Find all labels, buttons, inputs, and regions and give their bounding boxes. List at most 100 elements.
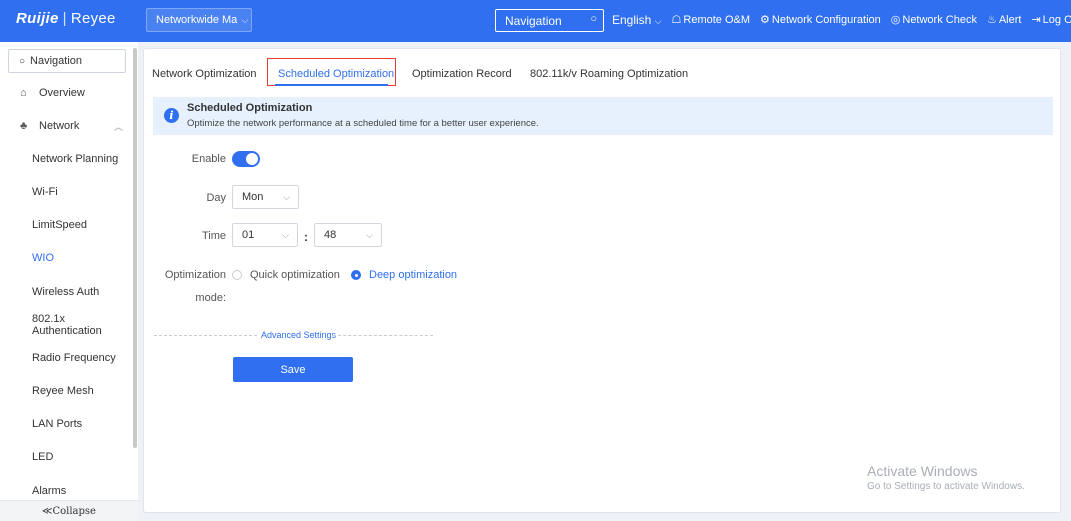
divider-right xyxy=(333,335,433,336)
sidebar-item-label: Wi-Fi xyxy=(32,186,58,198)
day-select[interactable]: Mon ⌵ xyxy=(232,185,299,209)
tab-optimization-record[interactable]: Optimization Record xyxy=(412,68,512,80)
navigation-search-label: Navigation xyxy=(505,13,562,28)
network-select-value: Networkwide Ma xyxy=(156,14,238,26)
logout-icon: ⇥ xyxy=(1031,14,1041,26)
chevron-down-icon: ⌵ xyxy=(282,230,289,240)
sidebar-item-label: Reyee Mesh xyxy=(32,385,94,397)
mode-label-cont: mode: xyxy=(195,292,226,304)
sidebar-item-network-planning[interactable]: Network Planning xyxy=(0,145,134,173)
hour-select-value: 01 xyxy=(242,229,255,241)
save-button[interactable]: Save xyxy=(233,357,353,382)
enable-label: Enable xyxy=(191,153,226,165)
active-tab-underline xyxy=(275,84,388,86)
home-icon: ⌂ xyxy=(20,87,27,99)
radio-deep-optimization[interactable]: Deep optimization xyxy=(351,269,457,281)
hour-select[interactable]: 01 ⌵ xyxy=(232,223,298,247)
sidebar-item-reyee-mesh[interactable]: Reyee Mesh xyxy=(0,377,134,405)
time-separator: : xyxy=(304,230,308,244)
mode-label: Optimization xyxy=(164,269,226,281)
radio-circle xyxy=(232,270,242,280)
logout-link[interactable]: ⇥Log Out xyxy=(1031,13,1071,27)
sidebar-item-network[interactable]: ♣ Network ︿ xyxy=(0,112,134,140)
sidebar-scrollbar[interactable] xyxy=(133,48,137,448)
tab-bar: Network Optimization Scheduled Optimizat… xyxy=(144,49,1060,92)
remote-om-link[interactable]: ☖ Remote O&M xyxy=(672,13,751,27)
logout-label: Log Out xyxy=(1042,14,1071,26)
minute-select-value: 48 xyxy=(324,229,337,241)
language-select[interactable]: English ⌵ xyxy=(612,13,662,27)
sidebar-item-lan-ports[interactable]: LAN Ports xyxy=(0,410,134,438)
day-select-value: Mon xyxy=(242,191,264,203)
chevron-down-icon: ⌵ xyxy=(283,192,290,202)
sidebar-item-label: Overview xyxy=(39,87,85,99)
time-label: Time xyxy=(201,230,226,242)
minute-select[interactable]: 48 ⌵ xyxy=(314,223,382,247)
network-configuration-link[interactable]: ⚙ Network Configuration xyxy=(760,13,881,27)
sidebar-item-label: Wireless Auth xyxy=(32,286,100,298)
logo-text: Ruijie xyxy=(16,10,59,27)
network-select[interactable]: Networkwide Ma ⌵ xyxy=(146,8,252,32)
watermark-subtitle: Go to Settings to activate Windows. xyxy=(867,481,1025,492)
collapse-button[interactable]: ≪Collapse xyxy=(0,500,138,521)
sidebar-item-wio[interactable]: WIO xyxy=(0,244,134,272)
day-label: Day xyxy=(206,192,226,204)
enable-toggle[interactable] xyxy=(232,151,260,167)
info-description: Optimize the network performance at a sc… xyxy=(187,118,539,129)
alert-icon: ♨ xyxy=(986,14,997,26)
logo-separator: | xyxy=(62,10,67,27)
sidebar-item-label: Network Planning xyxy=(32,153,119,165)
sidebar-item-led[interactable]: LED xyxy=(0,443,134,471)
chevron-down-icon: ⌵ xyxy=(654,16,662,26)
tab-network-optimization[interactable]: Network Optimization xyxy=(152,68,257,80)
sidebar-search[interactable]: ○ Navigation xyxy=(8,49,126,73)
search-icon: ○ xyxy=(590,13,597,25)
network-check-link[interactable]: ◎ Network Check xyxy=(891,13,977,27)
info-banner: i Scheduled Optimization Optimize the ne… xyxy=(153,97,1053,135)
sidebar: ○ Navigation ⌂ Overview ♣ Network ︿ Netw… xyxy=(0,42,138,521)
sidebar-item-label: LimitSpeed xyxy=(32,219,88,231)
network-configuration-label: Network Configuration xyxy=(771,14,881,26)
logo: Ruijie | Reyee xyxy=(16,10,116,27)
sidebar-item-label: Radio Frequency xyxy=(32,352,116,364)
network-icon: ♣ xyxy=(20,120,28,132)
alert-label: Alert xyxy=(998,14,1022,26)
radio-circle xyxy=(351,270,361,280)
top-bar: Ruijie | Reyee Networkwide Ma ⌵ Navigation… xyxy=(0,0,1071,42)
chevron-down-icon: ⌵ xyxy=(366,230,373,240)
navigation-search[interactable]: Navigation ○ xyxy=(495,9,604,32)
radio-label: Deep optimization xyxy=(369,269,458,281)
info-icon: i xyxy=(164,108,179,123)
network-check-label: Network Check xyxy=(902,14,977,26)
chevron-up-icon: ︿ xyxy=(114,121,124,132)
logo-sub: Reyee xyxy=(70,10,116,27)
sidebar-item-label: LED xyxy=(32,451,54,463)
sidebar-item-label: 802.1x Authentication xyxy=(32,313,102,337)
divider-left xyxy=(154,335,257,336)
sidebar-item-8021x-authentication[interactable]: 802.1x Authentication xyxy=(0,311,134,339)
highlight-box xyxy=(267,58,396,86)
chevron-down-icon: ⌵ xyxy=(241,14,249,25)
main-panel: Network Optimization Scheduled Optimizat… xyxy=(143,48,1061,513)
advanced-settings-link[interactable]: Advanced Settings xyxy=(257,330,341,340)
remote-om-label: Remote O&M xyxy=(683,14,751,26)
info-title: Scheduled Optimization xyxy=(187,102,313,114)
alert-link[interactable]: ♨ Alert xyxy=(987,13,1022,27)
tab-roaming-optimization[interactable]: 802.11k/v Roaming Optimization xyxy=(530,68,688,80)
language-label: English xyxy=(612,13,652,27)
radio-quick-optimization[interactable]: Quick optimization xyxy=(232,269,340,281)
radio-label: Quick optimization xyxy=(250,269,340,281)
sidebar-item-wireless-auth[interactable]: Wireless Auth xyxy=(0,278,134,306)
network-config-icon: ⚙ xyxy=(760,14,770,26)
network-check-icon: ◎ xyxy=(890,14,901,26)
sidebar-item-label: WIO xyxy=(32,252,54,264)
watermark-title: Activate Windows xyxy=(867,463,978,479)
sidebar-item-overview[interactable]: ⌂ Overview xyxy=(0,79,134,107)
sidebar-search-label: Navigation xyxy=(30,55,83,67)
sidebar-item-limitspeed[interactable]: LimitSpeed xyxy=(0,211,134,239)
search-icon: ○ xyxy=(19,55,26,67)
sidebar-item-label: LAN Ports xyxy=(32,418,83,430)
sidebar-item-radio-frequency[interactable]: Radio Frequency xyxy=(0,344,134,372)
remote-icon: ☖ xyxy=(671,14,682,26)
sidebar-item-wifi[interactable]: Wi-Fi xyxy=(0,178,134,206)
